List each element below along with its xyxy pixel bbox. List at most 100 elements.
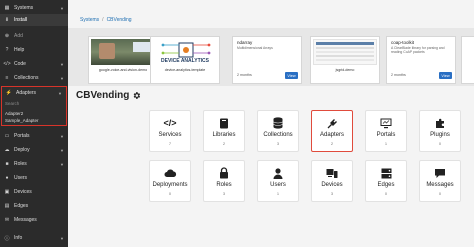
tile-plugins[interactable]: Plugins 0	[419, 110, 461, 152]
view-button[interactable]: View	[285, 72, 298, 79]
tile-services[interactable]: </> Services 7	[149, 110, 191, 152]
tile-deployments[interactable]: Deployments 0	[149, 160, 191, 202]
sidebar-item-code[interactable]: </> Code ▼	[0, 58, 68, 70]
plug-icon: ⚡	[5, 90, 13, 96]
message-icon: ✉	[4, 217, 10, 223]
tile-devices[interactable]: Devices 3	[311, 160, 353, 202]
edges-icon: ▤	[4, 203, 10, 209]
monitor-icon: ▭	[4, 133, 10, 139]
ipm-card[interactable]: ndarray Multidimensional Arrays 2 months…	[232, 36, 302, 84]
breadcrumb: Systems / CBVending	[80, 17, 132, 23]
tile-label: Libraries	[212, 132, 236, 138]
chevron-down-icon: ▼	[58, 90, 62, 96]
sidebar-subitem-adapter2[interactable]: Adapter2	[5, 111, 23, 116]
adapters-search-input[interactable]: Search	[5, 101, 19, 106]
card-caption: jsgrid-demo	[335, 68, 355, 72]
sidebar-item-collections[interactable]: ≡ Collections ▼	[0, 72, 68, 84]
sidebar-item-adapters[interactable]: ⚡ Adapters ▼	[2, 87, 66, 99]
info-icon: ⓘ	[4, 235, 10, 242]
ipm-carousel: google-voice-and-vision-demo DEVICE ANAL…	[68, 28, 474, 86]
lock-icon: ■	[5, 161, 9, 167]
tile-label: Adapters	[319, 132, 344, 138]
sidebar-item-label: Add	[14, 33, 23, 39]
tile-collections[interactable]: Collections 3	[257, 110, 299, 152]
user-icon	[273, 167, 283, 179]
sidebar-item-portals[interactable]: ▭ Portals ▼	[0, 130, 68, 142]
sidebar-item-label: Devices	[14, 189, 32, 195]
tile-count: 0	[169, 192, 171, 196]
sidebar-item-add[interactable]: ⊕ Add	[0, 30, 68, 42]
breadcrumb-separator: /	[102, 17, 104, 23]
sidebar-item-devices[interactable]: ▣ Devices	[0, 186, 68, 198]
sidebar-item-systems[interactable]: ▦ Systems ▼	[0, 2, 68, 14]
card-description: Multidimensional Arrays	[237, 46, 273, 50]
tile-adapters[interactable]: Adapters 2	[311, 110, 353, 152]
card-thumbnail	[313, 39, 377, 65]
message-icon	[434, 167, 446, 179]
tile-label: Services	[158, 132, 182, 138]
tile-count: 2	[223, 142, 225, 146]
chevron-down-icon: ▼	[60, 61, 64, 67]
help-icon: ?	[5, 47, 9, 53]
card-description: A ClearBlade library for parsing and rea…	[391, 46, 445, 54]
sidebar-item-label: Install	[14, 17, 28, 23]
ipm-card[interactable]: jsgrid-demo	[310, 36, 380, 84]
breadcrumb-systems-link[interactable]: Systems	[80, 17, 99, 23]
gear-icon[interactable]	[132, 91, 141, 100]
ipm-card[interactable]: DEVICE ANALYTICS device-analytics-templa…	[150, 36, 220, 84]
card-thumbnail: DEVICE ANALYTICS	[153, 39, 217, 65]
chevron-down-icon: ▼	[60, 235, 64, 241]
tile-count: 0	[439, 192, 441, 196]
sidebar-item-install[interactable]: ⬇ Install	[0, 14, 68, 26]
chevron-down-icon: ▼	[60, 5, 64, 11]
sidebar: ▦ Systems ▼ ⬇ Install ⊕ Add ? Help </> C…	[0, 0, 68, 247]
tile-label: Portals	[376, 132, 396, 138]
main-content: Systems / CBVending google-voice-and-vis…	[68, 0, 474, 247]
database-icon	[273, 117, 283, 129]
monitor-icon	[380, 117, 392, 129]
tile-edges[interactable]: Edges 0	[365, 160, 407, 202]
chevron-down-icon: ▼	[60, 75, 64, 81]
cloud-icon: ☁	[4, 147, 10, 153]
tile-label: Plugins	[430, 132, 450, 138]
tile-portals[interactable]: Portals 1	[365, 110, 407, 152]
breadcrumb-current[interactable]: CBVending	[107, 17, 132, 23]
tile-messages[interactable]: Messages 0	[419, 160, 461, 202]
database-icon: ≡	[5, 75, 9, 81]
lock-icon	[219, 167, 229, 179]
sidebar-item-messages[interactable]: ✉ Messages	[0, 214, 68, 226]
view-button[interactable]: View	[439, 72, 452, 79]
tile-label: Users	[270, 182, 286, 188]
devices-icon: ▣	[4, 189, 10, 195]
sidebar-item-label: Adapters	[16, 90, 37, 96]
sidebar-item-info[interactable]: ⓘ Info ▼	[0, 232, 68, 244]
sidebar-item-label: Collections	[14, 75, 39, 81]
card-age: 2 months	[391, 73, 406, 77]
devices-icon	[326, 167, 338, 179]
tile-label: Deployments	[152, 182, 188, 188]
plus-circle-icon: ⊕	[4, 33, 10, 39]
tile-count: 1	[385, 142, 387, 146]
tile-label: Messages	[426, 182, 454, 188]
tile-count: 0	[385, 192, 387, 196]
sidebar-subitem-sample-adapter[interactable]: Sample_Adapter	[5, 118, 39, 123]
card-thumbnail	[91, 39, 155, 65]
code-icon: </>	[3, 61, 11, 67]
sidebar-item-users[interactable]: ● Users	[0, 172, 68, 184]
ipm-card-partial[interactable]	[461, 36, 474, 84]
ipm-card[interactable]: coap-toolkit A ClearBlade library for pa…	[386, 36, 456, 84]
ipm-card[interactable]: google-voice-and-vision-demo	[88, 36, 158, 84]
tile-users[interactable]: Users 1	[257, 160, 299, 202]
tile-libraries[interactable]: Libraries 2	[203, 110, 245, 152]
sidebar-item-help[interactable]: ? Help	[0, 44, 68, 56]
tile-roles[interactable]: Roles 3	[203, 160, 245, 202]
sidebar-item-label: Roles	[14, 161, 27, 167]
tile-count: 1	[277, 192, 279, 196]
sidebar-item-label: Deploy	[14, 147, 30, 153]
sidebar-item-edges[interactable]: ▤ Edges	[0, 200, 68, 212]
sidebar-item-deploy[interactable]: ☁ Deploy ▼	[0, 144, 68, 156]
sidebar-item-roles[interactable]: ■ Roles ▼	[0, 158, 68, 170]
tile-count: 3	[277, 142, 279, 146]
tile-label: Devices	[321, 182, 343, 188]
tile-count: 7	[169, 142, 171, 146]
